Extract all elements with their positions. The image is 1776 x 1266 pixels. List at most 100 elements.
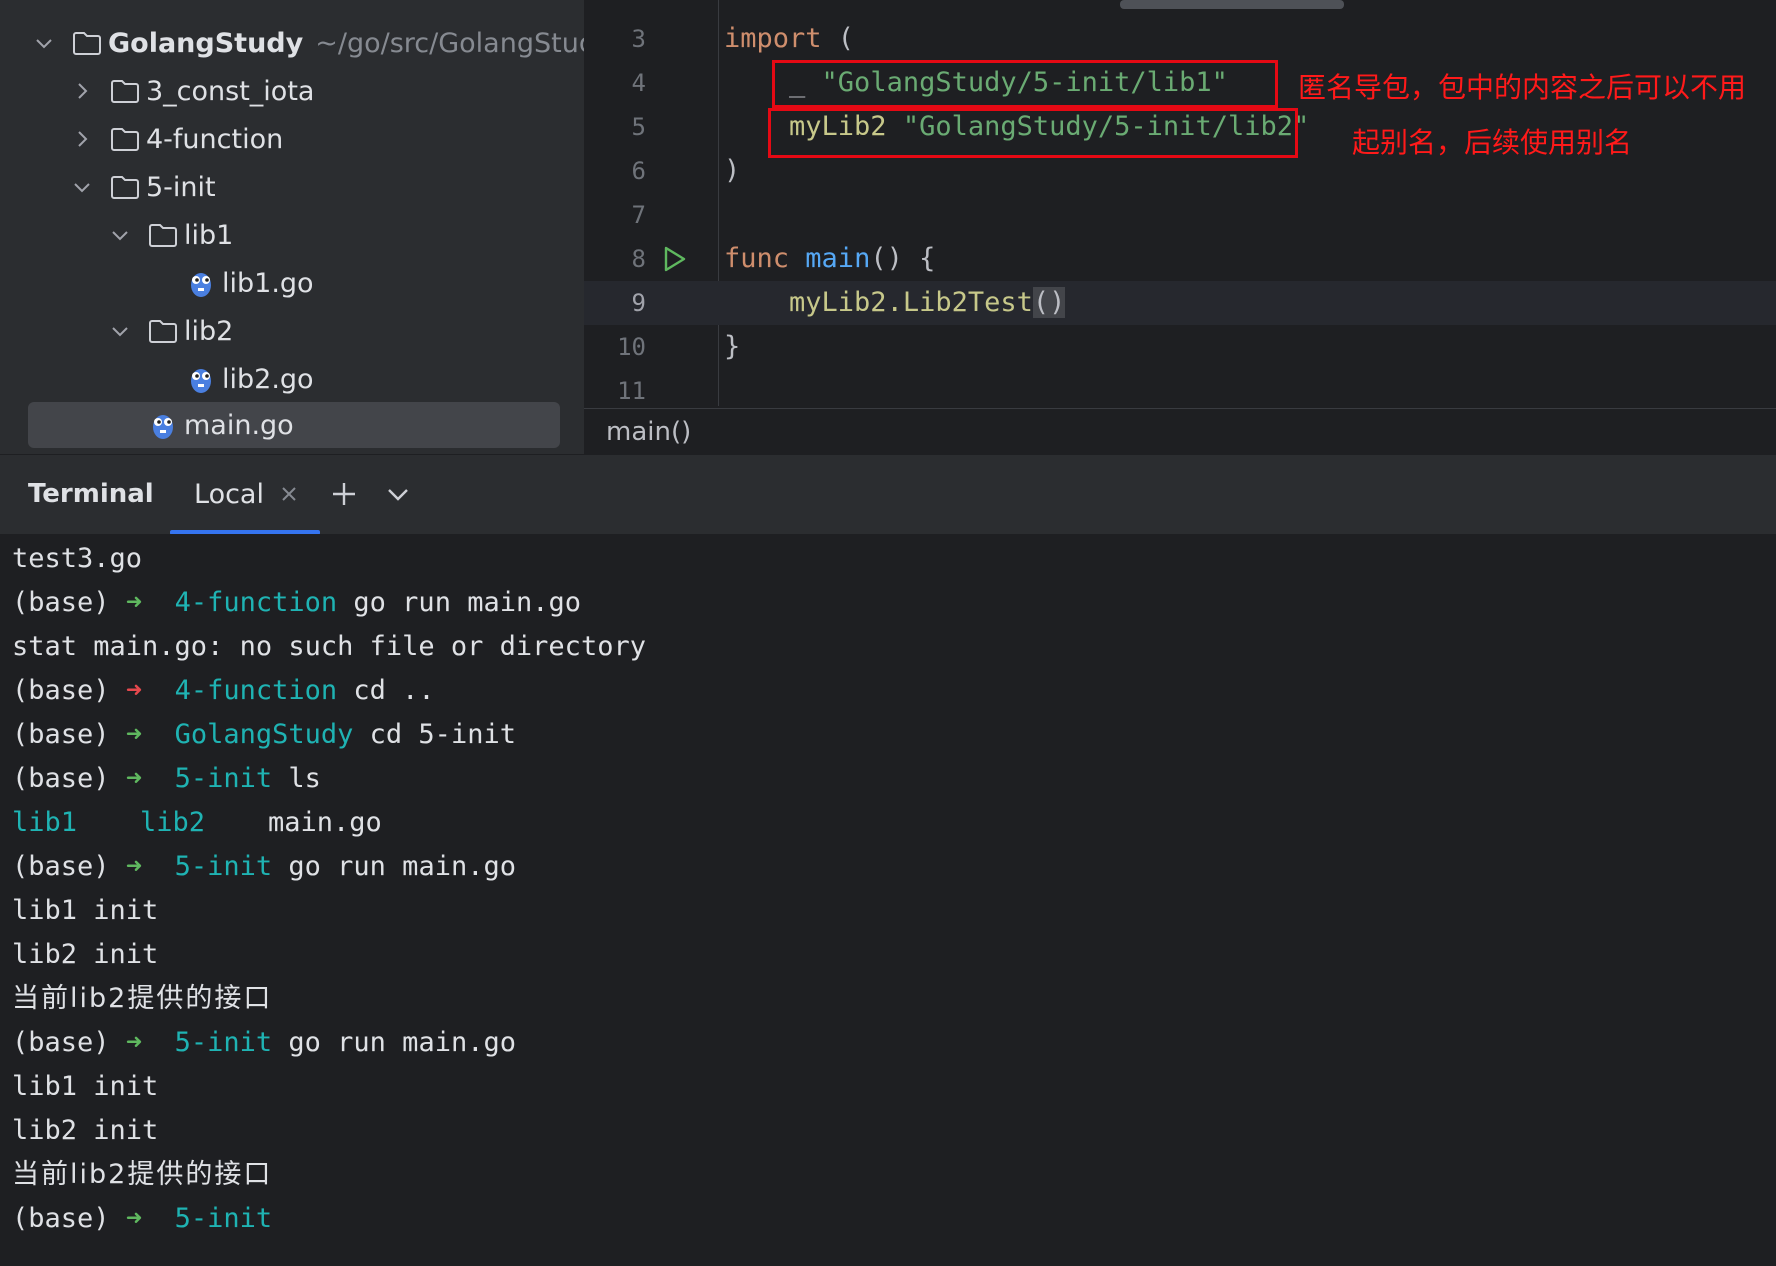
prompt-arrow-icon: ➜ <box>125 1027 143 1058</box>
tree-item-label: lib1 <box>184 219 234 251</box>
terminal-line: 当前lib2提供的接口 <box>12 983 273 1014</box>
tree-item-label: lib2 <box>184 315 234 347</box>
line-number: 4 <box>631 69 646 97</box>
tree-item-4-function[interactable]: 4-function <box>0 116 584 162</box>
code-text: import ( <box>724 17 854 61</box>
chevron-down-icon[interactable] <box>110 321 130 341</box>
prompt-arrow-icon: ➜ <box>125 763 143 794</box>
terminal-header: Terminal Local <box>0 454 1776 535</box>
tree-item-label: lib1.go <box>222 267 314 299</box>
chevron-down-icon[interactable] <box>34 33 54 53</box>
tree-root-row[interactable]: GolangStudy ~/go/src/GolangStudy <box>0 20 612 66</box>
prompt-dir: 5-init <box>174 1027 273 1058</box>
prompt-dir: 4-function <box>174 587 338 618</box>
line-number: 11 <box>617 377 646 405</box>
tree-item-5-init[interactable]: 5-init <box>0 164 584 210</box>
tree-root-label: GolangStudy ~/go/src/GolangStudy <box>108 28 612 59</box>
go-file-icon <box>153 415 173 439</box>
code-plain: () { <box>870 243 936 274</box>
folder-icon <box>111 80 139 103</box>
line-number: 6 <box>631 157 646 185</box>
terminal-line: stat main.go: no such file or directory <box>12 631 646 662</box>
terminal-prompt-line: (base) ➜ 5-init go run main.go <box>12 1027 516 1058</box>
code-line[interactable]: 8 func main() { <box>584 237 1776 281</box>
tree-item-main-go[interactable]: main.go <box>0 402 584 448</box>
tab-label: Local <box>194 479 264 510</box>
code-line[interactable]: 7 <box>584 193 1776 237</box>
terminal-prompt-line: (base) ➜ 4-function cd .. <box>12 675 435 706</box>
prompt-arrow-icon: ➜ <box>125 719 143 750</box>
keyword: import <box>724 23 822 54</box>
function-name: main <box>805 243 871 274</box>
code-editor[interactable]: 3 import ( 4 _ "GolangStudy/5-init/lib1"… <box>584 0 1776 454</box>
project-tool-window: GolangStudy ~/go/src/GolangStudy 3_const_… <box>0 0 612 454</box>
tree-item-lib1-go[interactable]: lib1.go <box>0 260 584 306</box>
line-number: 3 <box>631 25 646 53</box>
code-line-current[interactable]: 9 myLib2.Lib2Test() <box>584 281 1776 325</box>
prompt-arrow-icon: ➜ <box>125 587 143 618</box>
chevron-down-icon[interactable] <box>386 484 410 504</box>
chevron-down-icon[interactable] <box>110 225 130 245</box>
terminal-line: test3.go <box>12 543 143 574</box>
code-text: } <box>724 331 741 362</box>
tree-item-label: 5-init <box>146 171 216 203</box>
terminal-line: lib1 init <box>12 1071 159 1102</box>
tree-item-label: 4-function <box>146 123 284 155</box>
ls-entry-dir: lib1 <box>12 807 78 838</box>
root-folder-path: ~/go/src/GolangStudy <box>315 27 612 59</box>
tree-item-lib2-go[interactable]: lib2.go <box>0 356 584 402</box>
terminal-output[interactable]: test3.go (base) ➜ 4-function go run main… <box>0 534 1776 1266</box>
add-icon[interactable] <box>330 480 358 508</box>
close-icon[interactable] <box>278 483 300 505</box>
run-icon[interactable] <box>660 245 688 273</box>
horizontal-scrollbar[interactable] <box>1120 0 1344 9</box>
line-number: 5 <box>631 113 646 141</box>
terminal-prompt-line: (base) ➜ 5-init ls <box>12 763 321 794</box>
command-text: go run main.go <box>272 1027 516 1058</box>
terminal-title: Terminal <box>28 479 154 509</box>
tree-item-lib1[interactable]: lib1 <box>0 212 584 258</box>
tree-item-3-const-iota[interactable]: 3_const_iota <box>0 68 584 114</box>
code-line[interactable]: 11 <box>584 369 1776 407</box>
prompt-dir: 5-init <box>174 1203 273 1234</box>
prompt-dir: 5-init <box>174 851 273 882</box>
go-file-icon <box>191 369 211 393</box>
breadcrumb-item[interactable]: main() <box>606 417 691 447</box>
command-text: cd 5-init <box>353 719 516 750</box>
folder-icon <box>111 176 139 199</box>
annotation-box-lib1 <box>772 60 1278 108</box>
terminal-line: lib2 init <box>12 1115 159 1146</box>
terminal-prompt-line: (base) ➜ 5-init go run main.go <box>12 851 516 882</box>
code-line[interactable]: 10 } <box>584 325 1776 369</box>
prompt-dir: GolangStudy <box>174 719 354 750</box>
chevron-down-icon[interactable] <box>72 177 92 197</box>
code-line[interactable]: 3 import ( <box>584 17 1776 61</box>
terminal-prompt-line[interactable]: (base) ➜ 5-init <box>12 1197 272 1241</box>
code-plain: ( <box>821 23 855 54</box>
folder-icon <box>73 32 101 55</box>
prompt-dir: 4-function <box>174 675 338 706</box>
code-plain <box>724 287 789 318</box>
chevron-right-icon[interactable] <box>72 81 92 101</box>
code-text: func main() { <box>724 237 935 281</box>
tree-item-lib2[interactable]: lib2 <box>0 308 584 354</box>
ls-entry-dir: lib2 <box>140 807 206 838</box>
annotation-text-1: 匿名导包，包中的内容之后可以不用 <box>1298 71 1747 104</box>
package-ref: myLib2 <box>789 287 887 318</box>
folder-icon <box>111 128 139 151</box>
code-text: myLib2.Lib2Test() <box>724 281 1066 325</box>
tab-local[interactable]: Local <box>170 455 320 535</box>
terminal-prompt-line: (base) ➜ GolangStudy cd 5-init <box>12 719 516 750</box>
chevron-right-icon[interactable] <box>72 129 92 149</box>
method-call: .Lib2Test <box>886 287 1033 318</box>
prompt-arrow-icon: ➜ <box>125 675 143 706</box>
line-number: 9 <box>631 289 646 317</box>
keyword: func <box>724 243 790 274</box>
selection-highlight <box>28 402 560 448</box>
terminal-prompt-line: (base) ➜ 4-function go run main.go <box>12 587 581 618</box>
command-text: ls <box>272 763 321 794</box>
prompt-dir: 5-init <box>174 763 273 794</box>
editor-breadcrumb[interactable]: main() <box>584 408 1776 454</box>
prompt-arrow-icon: ➜ <box>125 851 143 882</box>
terminal-line: lib1 init <box>12 895 159 926</box>
